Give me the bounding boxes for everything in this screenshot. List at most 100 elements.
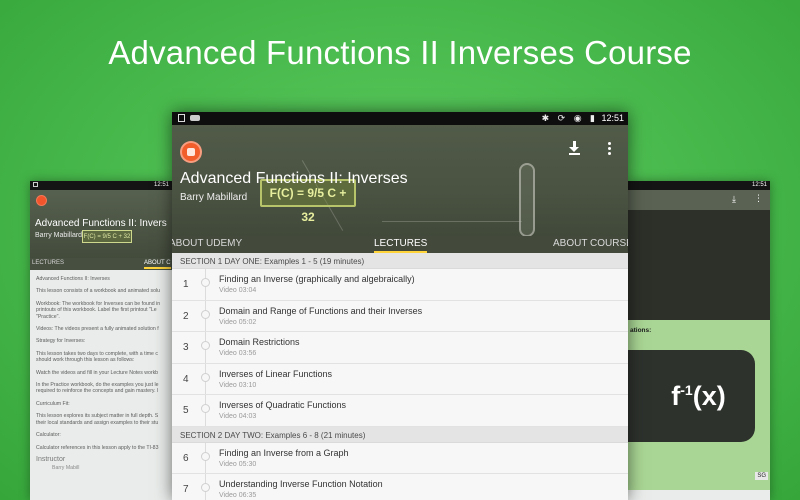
- lecture-title: Finding an Inverse (graphically and alge…: [219, 274, 415, 284]
- tab-about-course[interactable]: ABOUT COURSE: [553, 238, 628, 249]
- course-author: Barry Mabillard: [180, 192, 248, 203]
- lecture-number: 6: [183, 452, 189, 464]
- overflow-menu-icon[interactable]: ⋮: [754, 193, 763, 204]
- instructor-heading: Instructor: [36, 455, 66, 463]
- desc-line: Advanced Functions II: Inverses: [36, 276, 110, 282]
- lecture-duration: Video 03:04: [219, 287, 257, 294]
- desc-line: This lesson consists of a workbook and a…: [36, 288, 160, 295]
- graph-line: [382, 221, 522, 222]
- desc-line: Calculator:: [36, 432, 61, 439]
- left-course-title: Advanced Functions II: Invers: [35, 218, 167, 229]
- left-tab-lectures[interactable]: LECTURES: [32, 260, 64, 266]
- left-tab-about[interactable]: ABOUT C: [144, 260, 171, 269]
- progress-dot-icon: [201, 278, 210, 287]
- lecture-title: Finding an Inverse from a Graph: [219, 447, 349, 458]
- course-badge-icon: [36, 195, 47, 206]
- progress-dot-icon: [201, 372, 210, 382]
- video-area: [628, 210, 770, 321]
- right-status-bar: 12:51: [628, 181, 770, 190]
- lecture-duration: Video 03:10: [219, 381, 257, 389]
- lecture-number: 1: [183, 279, 189, 290]
- right-phone-screenshot: 12:51 ⤓ ⋮ ations: f -1 (x) SG: [628, 181, 770, 500]
- lecture-row[interactable]: 7 Understanding Inverse Function Notatio…: [172, 474, 628, 500]
- lecture-duration: Video 05:02: [219, 318, 257, 326]
- desc-line: Curriculum Fit:: [36, 400, 70, 407]
- section-header: SECTION 2 DAY TWO: Examples 6 - 8 (21 mi…: [172, 426, 628, 443]
- inverse-function-notation: f -1 (x): [628, 350, 755, 442]
- left-phone-screenshot: 12:51 Advanced Functions II: Invers Barr…: [30, 181, 172, 500]
- notification-icon: [33, 182, 38, 187]
- left-status-bar: 12:51: [30, 181, 172, 190]
- fx-base: f: [671, 380, 681, 411]
- desc-line: This lesson explores its subject matter …: [36, 413, 159, 420]
- desc-line: Strategy for Inverses:: [36, 338, 86, 345]
- overflow-menu-icon[interactable]: [608, 142, 611, 157]
- lecture-duration: Video 06:35: [219, 492, 257, 499]
- lecture-title: Inverses of Quadratic Functions: [219, 400, 347, 410]
- desc-line: Videos: The videos present a fully anima…: [36, 326, 159, 333]
- section-header: SECTION 1 DAY ONE: Examples 1 - 5 (19 mi…: [172, 253, 628, 269]
- lecture-number: 5: [183, 405, 189, 416]
- lecture-duration: Video 03:56: [219, 350, 257, 357]
- lecture-duration: Video 04:03: [219, 413, 257, 420]
- progress-dot-icon: [201, 404, 210, 413]
- desc-line: should work through this lesson as follo…: [36, 357, 135, 364]
- lecture-duration: Video 05:30: [219, 460, 257, 468]
- left-tab-bar: LECTURES ABOUT C: [30, 258, 172, 270]
- android-icon: [190, 115, 200, 121]
- desc-line: Watch the videos and fill in your Lectur…: [36, 369, 159, 376]
- progress-dot-icon: [201, 483, 210, 492]
- lecture-row[interactable]: 5 Inverses of Quadratic Functions Video …: [172, 395, 628, 427]
- course-badge-icon: [180, 141, 202, 163]
- lecture-title: Domain and Range of Functions and their …: [219, 305, 423, 316]
- status-time: 12:51: [601, 113, 624, 123]
- left-formula: F(C) = 9/5 C + 32: [82, 230, 132, 243]
- fx-superscript: -1: [680, 382, 693, 398]
- left-course-author: Barry Mabillard: [35, 232, 83, 239]
- lecture-row[interactable]: 1 Finding an Inverse (graphically and al…: [172, 269, 628, 301]
- course-hero: F(C) = 9/5 C + 32 Advanced Functions II:…: [172, 125, 628, 236]
- lecture-title: Domain Restrictions: [219, 337, 300, 347]
- main-phone-screenshot: ✱ ⟳ ◉ ▮ 12:51 F(C) = 9/5 C + 32 Advanced…: [172, 112, 628, 500]
- course-title: Advanced Functions II: Inverses: [180, 170, 408, 187]
- slide-label: ations:: [630, 327, 652, 334]
- right-action-bar: ⤓ ⋮: [628, 190, 770, 210]
- download-icon[interactable]: [569, 141, 581, 155]
- lecture-row[interactable]: 3 Domain Restrictions Video 03:56: [172, 332, 628, 364]
- left-course-description: Advanced Functions II: Inverses This les…: [30, 270, 172, 472]
- slide-logo: SG: [755, 472, 768, 480]
- lecture-title: Understanding Inverse Function Notation: [219, 479, 383, 489]
- headline: Advanced Functions II Inverses Course: [108, 34, 692, 71]
- lecture-number: 7: [183, 484, 189, 495]
- lecture-row[interactable]: 4 Inverses of Linear Functions Video 03:…: [172, 363, 628, 395]
- desc-line: required to reinforce the concepts and g…: [36, 388, 159, 395]
- status-icons: ✱ ⟳ ◉ ▮: [541, 113, 598, 123]
- lecture-row[interactable]: 6 Finding an Inverse from a Graph Video …: [172, 442, 628, 474]
- lecture-number: 2: [183, 310, 189, 322]
- desc-line: "Practice".: [36, 313, 60, 320]
- lecture-row[interactable]: 2 Domain and Range of Functions and thei…: [172, 300, 628, 332]
- lecture-title: Inverses of Linear Functions: [219, 368, 333, 379]
- desc-line: printouts of this workbook. Label the fi…: [36, 307, 157, 314]
- tab-about-udemy[interactable]: ABOUT UDEMY: [172, 238, 242, 249]
- left-course-hero: Advanced Functions II: Invers Barry Mabi…: [30, 190, 172, 258]
- tab-lectures[interactable]: LECTURES: [374, 238, 428, 253]
- progress-dot-icon: [201, 451, 210, 461]
- thermometer-graphic: [519, 163, 535, 236]
- status-bar: ✱ ⟳ ◉ ▮ 12:51: [172, 112, 628, 125]
- desc-line: Calculator references in this lesson app…: [36, 444, 159, 451]
- desc-line: their local standards and assign example…: [36, 419, 159, 426]
- lecture-number: 4: [183, 373, 189, 385]
- tab-bar: ABOUT UDEMY LECTURES ABOUT COURSE: [172, 236, 628, 253]
- instructor-name: Barry Mabill: [52, 465, 80, 472]
- lecture-number: 3: [183, 342, 189, 353]
- download-icon[interactable]: ⤓: [732, 194, 736, 205]
- left-status-time: 12:51: [153, 182, 169, 188]
- progress-dot-icon: [201, 341, 210, 350]
- fx-argument: (x): [692, 380, 726, 411]
- progress-dot-icon: [201, 309, 210, 319]
- lecture-list: SECTION 1 DAY ONE: Examples 1 - 5 (19 mi…: [172, 253, 628, 500]
- sd-card-icon: [178, 114, 185, 122]
- lecture-slide: ations: f -1 (x) SG: [628, 320, 770, 490]
- right-status-time: 12:51: [751, 182, 767, 188]
